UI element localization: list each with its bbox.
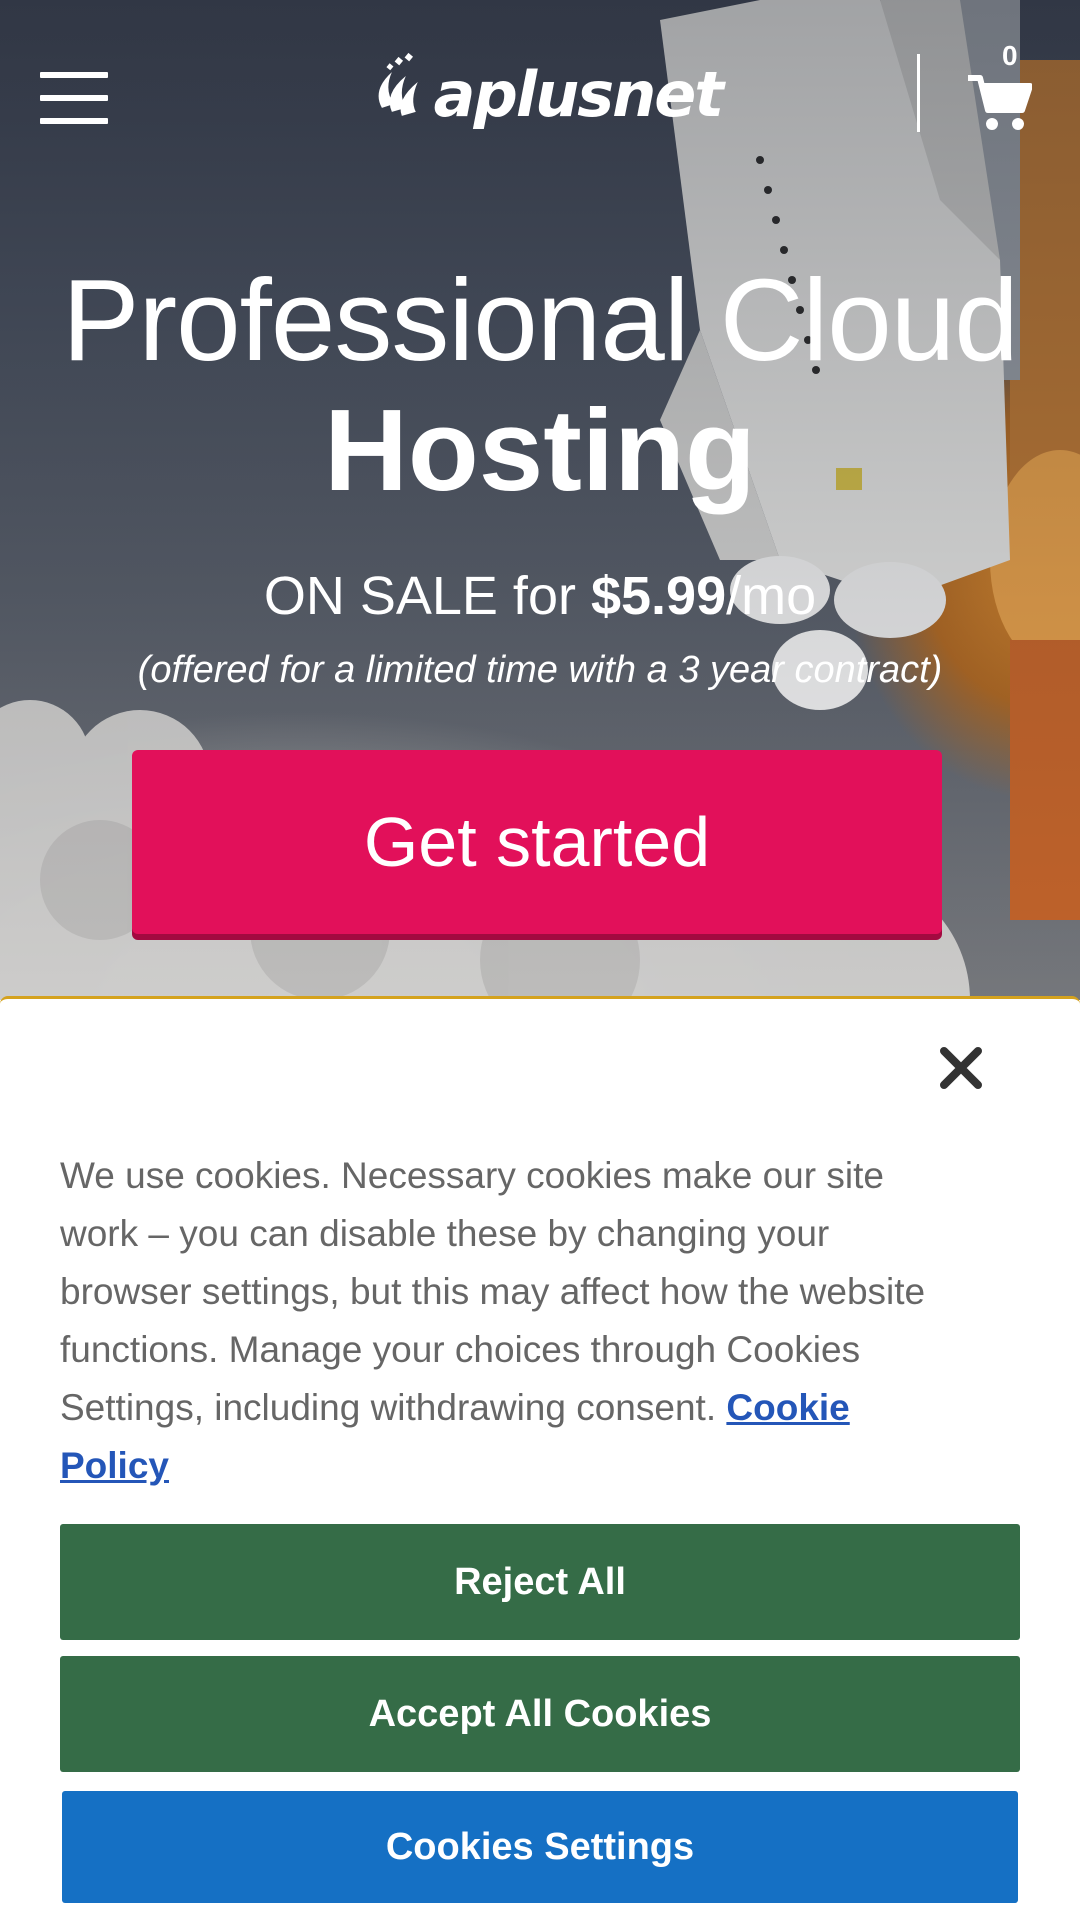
header-divider bbox=[917, 54, 920, 132]
hero-title-line-2: Hosting bbox=[324, 385, 756, 515]
hamburger-menu-icon[interactable] bbox=[40, 72, 108, 124]
get-started-button[interactable]: Get started bbox=[132, 750, 942, 934]
sale-line: ON SALE for $5.99/mo bbox=[0, 566, 1080, 626]
sale-note: (offered for a limited time with a 3 yea… bbox=[137, 649, 943, 691]
hero-title-line-1: Professional Cloud bbox=[62, 255, 1019, 385]
sale-suffix: /mo bbox=[726, 566, 817, 626]
close-x-glyph bbox=[940, 1047, 982, 1089]
hero-section: aplusnet 0 Professional Cloud Hosting ON… bbox=[0, 0, 1080, 1000]
cookies-settings-button[interactable]: Cookies Settings bbox=[62, 1791, 1018, 1903]
sale-prefix: ON SALE for bbox=[263, 566, 591, 626]
cart-button[interactable]: 0 bbox=[968, 40, 1038, 130]
page: aplusnet 0 Professional Cloud Hosting ON… bbox=[0, 0, 1080, 1920]
reject-all-button[interactable]: Reject All bbox=[60, 1524, 1020, 1640]
logo-text: aplusnet bbox=[433, 57, 724, 131]
accept-all-cookies-button[interactable]: Accept All Cookies bbox=[60, 1656, 1020, 1772]
menu-line bbox=[40, 72, 108, 78]
cart-count-badge: 0 bbox=[1002, 40, 1018, 71]
logo-swoosh-icon bbox=[378, 52, 418, 116]
cookie-message: We use cookies. Necessary cookies make o… bbox=[60, 1147, 960, 1495]
sale-price: $5.99 bbox=[590, 566, 727, 626]
aplusnet-logo[interactable]: aplusnet bbox=[362, 40, 724, 140]
cookie-banner: We use cookies. Necessary cookies make o… bbox=[0, 996, 1080, 1920]
menu-line bbox=[40, 95, 108, 101]
menu-line bbox=[40, 118, 108, 124]
close-icon[interactable] bbox=[930, 1037, 992, 1099]
shopping-cart-icon bbox=[968, 75, 1032, 130]
